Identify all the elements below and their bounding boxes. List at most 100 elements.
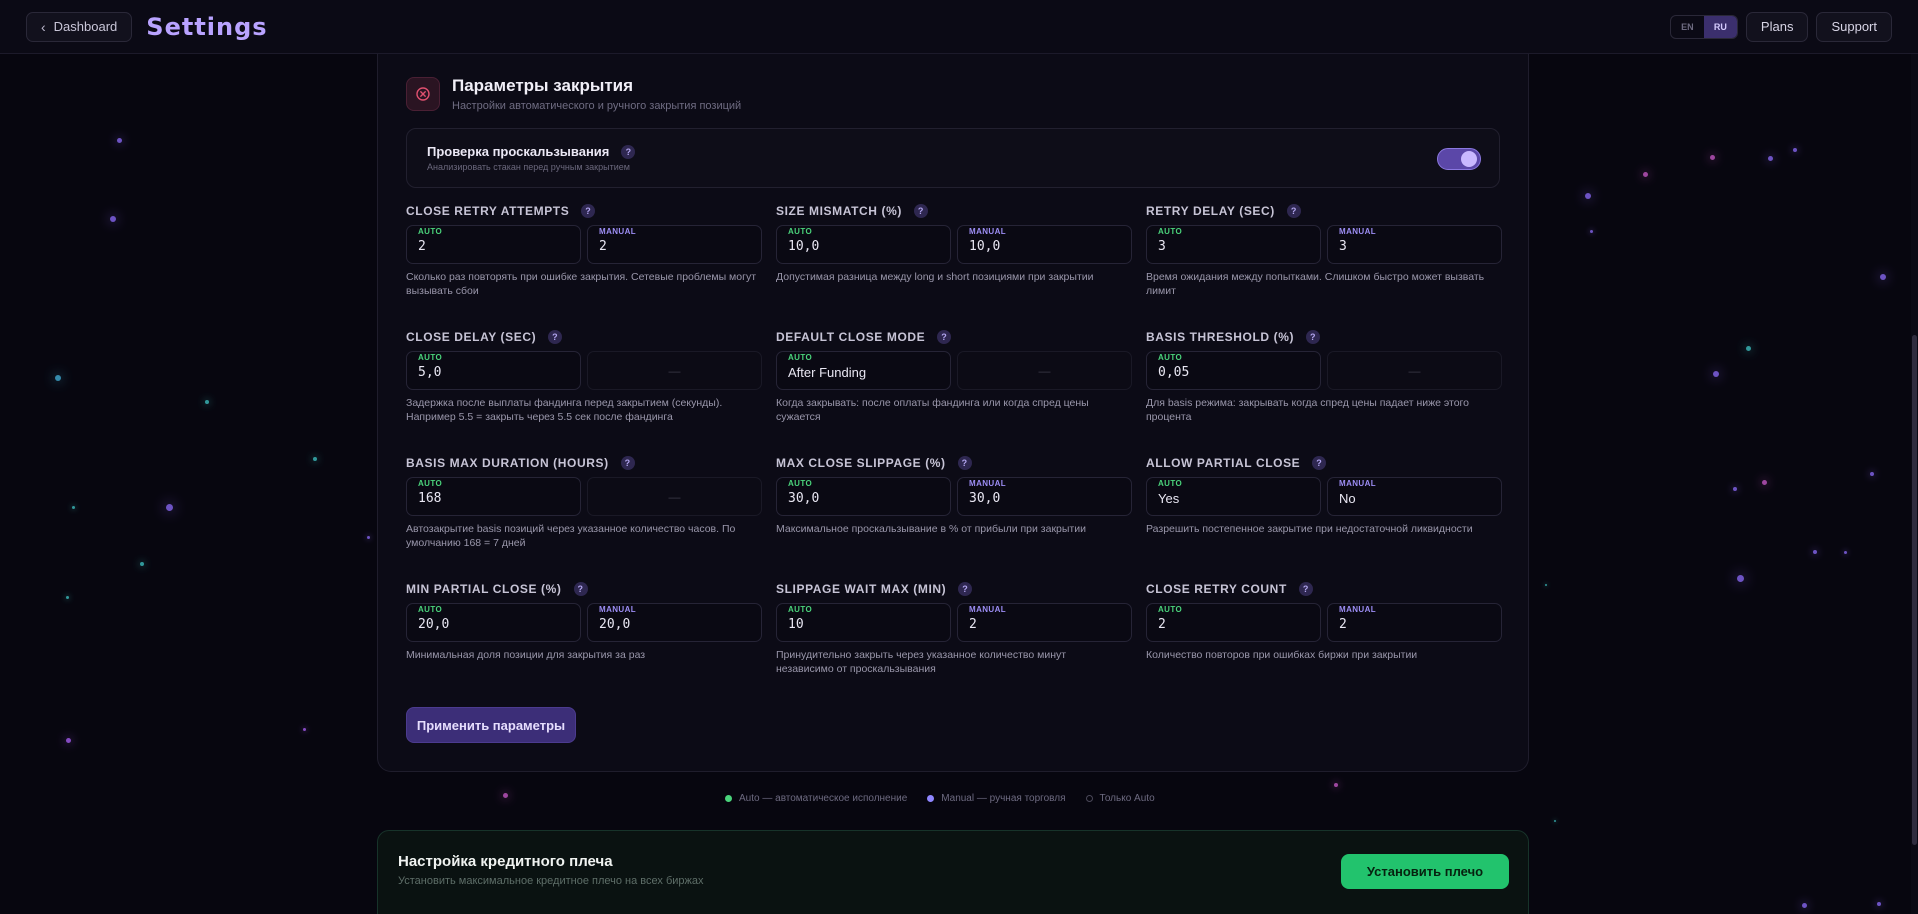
star-dot	[1585, 193, 1591, 199]
help-icon[interactable]: ?	[937, 330, 952, 344]
setting-field: MIN PARTIAL CLOSE (%)? AUTO 20,0 MANUAL 20,0…	[406, 581, 762, 662]
legend-auto-label: Auto — автоматическое исполнение	[739, 793, 908, 804]
close-circle-icon	[406, 77, 440, 111]
manual-value-input: —	[587, 477, 762, 516]
auto-value: 10,0	[788, 239, 820, 254]
manual-tag: MANUAL	[969, 227, 1007, 236]
auto-value: Yes	[1158, 491, 1180, 506]
help-icon[interactable]: ?	[548, 330, 563, 344]
star-dot	[1643, 172, 1648, 177]
star-dot	[313, 457, 317, 461]
star-dot	[1545, 584, 1547, 586]
star-dot	[1880, 274, 1886, 280]
disabled-placeholder: —	[668, 490, 681, 504]
auto-value: 168	[418, 491, 442, 506]
auto-tag: AUTO	[788, 605, 813, 614]
auto-value-input[interactable]: AUTO After Funding	[776, 351, 951, 390]
slippage-check-label: Проверка проскальзывания	[427, 144, 610, 159]
setting-label: BASIS MAX DURATION (HOURS)	[406, 456, 609, 470]
manual-value-input[interactable]: MANUAL 20,0	[587, 603, 762, 642]
help-icon[interactable]: ?	[1286, 204, 1301, 218]
legend-item-manual: Manual — ручная торговля	[927, 793, 1066, 804]
star-dot	[1733, 487, 1737, 491]
star-dot	[205, 400, 209, 404]
star-dot	[1746, 346, 1751, 351]
plans-button[interactable]: Plans	[1745, 11, 1809, 42]
auto-value-input[interactable]: AUTO 10,0	[776, 225, 951, 264]
auto-value-input[interactable]: AUTO 168	[406, 477, 581, 516]
scrollbar-thumb[interactable]	[1912, 335, 1917, 845]
manual-value-input[interactable]: MANUAL 2	[1327, 603, 1502, 642]
back-to-dashboard-button[interactable]: ‹ Dashboard	[26, 11, 133, 42]
legend-item-auto: Auto — автоматическое исполнение	[725, 793, 907, 804]
auto-value-input[interactable]: AUTO 10	[776, 603, 951, 642]
manual-value-input[interactable]: MANUAL 2	[957, 603, 1132, 642]
star-dot	[55, 375, 61, 381]
auto-value: 30,0	[788, 491, 820, 506]
star-dot	[1710, 155, 1715, 160]
star-dot	[1870, 472, 1874, 476]
help-icon[interactable]: ?	[581, 204, 596, 218]
star-dot	[72, 506, 75, 509]
setting-field: BASIS THRESHOLD (%)? AUTO 0,05 — Для basis р…	[1146, 329, 1502, 424]
help-icon[interactable]: ?	[1312, 456, 1327, 470]
help-icon[interactable]: ?	[573, 582, 588, 596]
auto-tag: AUTO	[418, 479, 443, 488]
manual-tag: MANUAL	[969, 605, 1007, 614]
auto-value-input[interactable]: AUTO 30,0	[776, 477, 951, 516]
slippage-check-label-row: Проверка проскальзывания ?	[427, 144, 636, 159]
star-dot	[166, 504, 173, 511]
manual-value-input[interactable]: MANUAL 30,0	[957, 477, 1132, 516]
auto-value-input[interactable]: AUTO 20,0	[406, 603, 581, 642]
slippage-check-toggle[interactable]	[1437, 148, 1481, 170]
manual-value-input[interactable]: MANUAL No	[1327, 477, 1502, 516]
auto-value-input[interactable]: AUTO 2	[1146, 603, 1321, 642]
top-right-controls: EN RU Plans Support	[1669, 11, 1892, 42]
help-icon[interactable]: ?	[1306, 330, 1321, 344]
setting-label: SLIPPAGE WAIT MAX (MIN)	[776, 582, 947, 596]
toggle-knob	[1461, 151, 1477, 167]
leverage-settings-card: Настройка кредитного плеча Установить ма…	[377, 830, 1529, 914]
setting-inputs: AUTO 2 MANUAL 2	[406, 225, 762, 264]
manual-value: No	[1339, 491, 1356, 506]
auto-value-input[interactable]: AUTO Yes	[1146, 477, 1321, 516]
manual-value-input: —	[1327, 351, 1502, 390]
help-icon[interactable]: ?	[1298, 582, 1313, 596]
manual-value-input[interactable]: MANUAL 10,0	[957, 225, 1132, 264]
help-icon[interactable]: ?	[958, 582, 973, 596]
manual-value-input[interactable]: MANUAL 3	[1327, 225, 1502, 264]
star-dot	[1813, 550, 1817, 554]
setting-inputs: AUTO 2 MANUAL 2	[1146, 603, 1502, 642]
auto-tag: AUTO	[418, 605, 443, 614]
star-dot	[66, 738, 71, 743]
setting-field: CLOSE RETRY COUNT? AUTO 2 MANUAL 2 Количество…	[1146, 581, 1502, 662]
auto-value-input[interactable]: AUTO 3	[1146, 225, 1321, 264]
manual-value: 2	[599, 239, 607, 254]
set-leverage-button[interactable]: Установить плечо	[1341, 854, 1509, 889]
auto-value-input[interactable]: AUTO 2	[406, 225, 581, 264]
manual-value-input[interactable]: MANUAL 2	[587, 225, 762, 264]
support-button[interactable]: Support	[1816, 11, 1892, 42]
setting-label-row: MIN PARTIAL CLOSE (%)?	[406, 581, 762, 597]
auto-tag: AUTO	[788, 227, 813, 236]
setting-inputs: AUTO After Funding —	[776, 351, 1132, 390]
setting-description: Задержка после выплаты фандинга перед за…	[406, 397, 723, 423]
help-icon[interactable]: ?	[957, 456, 972, 470]
manual-tag: MANUAL	[1339, 227, 1377, 236]
star-dot	[1802, 903, 1807, 908]
star-dot	[1590, 230, 1593, 233]
lang-en-button[interactable]: EN	[1671, 16, 1704, 38]
auto-value-input[interactable]: AUTO 5,0	[406, 351, 581, 390]
lang-ru-button[interactable]: RU	[1703, 15, 1737, 38]
star-dot	[1554, 820, 1556, 822]
setting-label: DEFAULT CLOSE MODE	[776, 330, 926, 344]
help-icon[interactable]: ?	[620, 456, 635, 470]
auto-tag: AUTO	[788, 353, 813, 362]
manual-value: 10,0	[969, 239, 1001, 254]
star-dot	[367, 536, 370, 539]
help-icon[interactable]: ?	[913, 204, 928, 218]
auto-value: 2	[1158, 617, 1166, 632]
help-icon[interactable]: ?	[621, 144, 636, 159]
auto-value-input[interactable]: AUTO 0,05	[1146, 351, 1321, 390]
apply-parameters-button[interactable]: Применить параметры	[406, 707, 576, 743]
